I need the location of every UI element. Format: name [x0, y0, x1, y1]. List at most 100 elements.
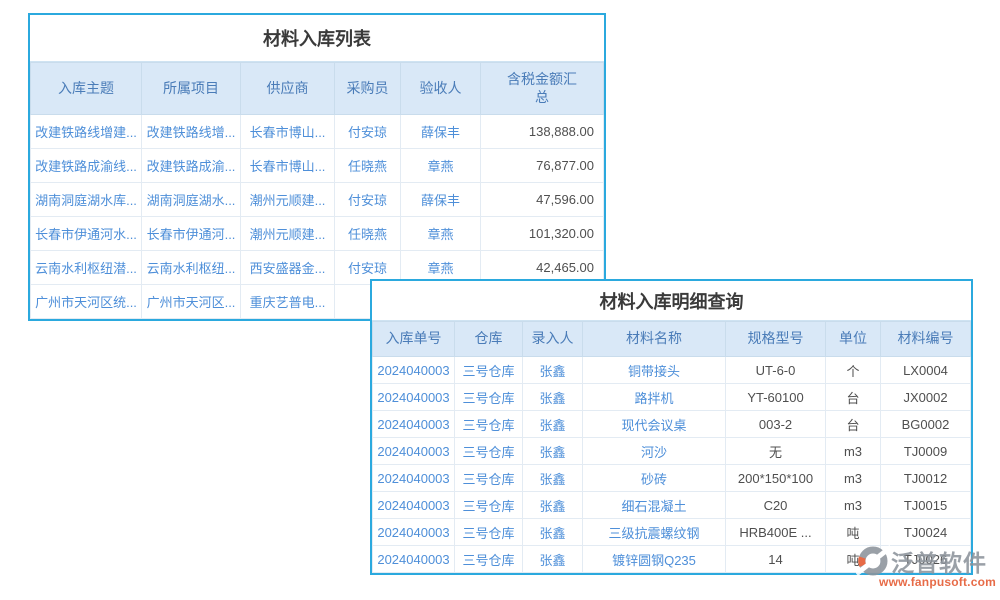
- cell[interactable]: 张鑫: [523, 438, 583, 465]
- cell: YT-60100: [726, 384, 826, 411]
- cell[interactable]: 改建铁路成渝...: [142, 149, 241, 183]
- table-row[interactable]: 2024040003三号仓库张鑫砂砖200*150*100m3TJ0012: [373, 465, 971, 492]
- cell[interactable]: 西安盛器金...: [241, 251, 335, 285]
- cell[interactable]: 改建铁路线增建...: [31, 115, 142, 149]
- cell[interactable]: 薛保丰: [401, 115, 481, 149]
- cell: UT-6-0: [726, 357, 826, 384]
- cell[interactable]: 张鑫: [523, 465, 583, 492]
- column-header: 所属项目: [142, 63, 241, 115]
- cell: 台: [826, 411, 881, 438]
- panel-title-detail-query: 材料入库明细查询: [372, 281, 971, 321]
- cell[interactable]: 三号仓库: [455, 438, 523, 465]
- cell[interactable]: 2024040003: [373, 357, 455, 384]
- cell[interactable]: 湖南洞庭湖水...: [142, 183, 241, 217]
- cell[interactable]: 2024040003: [373, 492, 455, 519]
- column-header: 录入人: [523, 322, 583, 357]
- cell[interactable]: 张鑫: [523, 411, 583, 438]
- table-row[interactable]: 2024040003三号仓库张鑫铜带接头UT-6-0个LX0004: [373, 357, 971, 384]
- table-row[interactable]: 改建铁路线增建...改建铁路线增...长春市博山...付安琼薛保丰138,888…: [31, 115, 604, 149]
- column-header: 含税金额汇总: [481, 63, 604, 115]
- cell: 14: [726, 546, 826, 573]
- cell[interactable]: 章燕: [401, 149, 481, 183]
- watermark: 泛普软件 www.fanpusoft.com: [856, 544, 996, 589]
- cell[interactable]: 三号仓库: [455, 384, 523, 411]
- table-row[interactable]: 2024040003三号仓库张鑫现代会议桌003-2台BG0002: [373, 411, 971, 438]
- table-row[interactable]: 2024040003三号仓库张鑫路拌机YT-60100台JX0002: [373, 384, 971, 411]
- cell[interactable]: 细石混凝土: [583, 492, 726, 519]
- column-header: 采购员: [335, 63, 401, 115]
- cell[interactable]: 三号仓库: [455, 546, 523, 573]
- cell[interactable]: 薛保丰: [401, 183, 481, 217]
- column-header: 入库主题: [31, 63, 142, 115]
- cell[interactable]: 三号仓库: [455, 465, 523, 492]
- cell[interactable]: 潮州元顺建...: [241, 183, 335, 217]
- cell[interactable]: 长春市伊通河...: [142, 217, 241, 251]
- material-inbound-list-panel: 材料入库列表 入库主题所属项目供应商采购员验收人含税金额汇总 改建铁路线增建..…: [28, 13, 606, 321]
- table-row[interactable]: 2024040003三号仓库张鑫河沙无m3TJ0009: [373, 438, 971, 465]
- table-row[interactable]: 2024040003三号仓库张鑫细石混凝土C20m3TJ0015: [373, 492, 971, 519]
- cell[interactable]: 镀锌圆钢Q235: [583, 546, 726, 573]
- cell: 个: [826, 357, 881, 384]
- cell[interactable]: 长春市博山...: [241, 115, 335, 149]
- cell: 138,888.00: [481, 115, 604, 149]
- cell[interactable]: 改建铁路线增...: [142, 115, 241, 149]
- cell[interactable]: 2024040003: [373, 519, 455, 546]
- cell[interactable]: 铜带接头: [583, 357, 726, 384]
- cell[interactable]: 张鑫: [523, 546, 583, 573]
- cell[interactable]: 广州市天河区...: [142, 285, 241, 319]
- cell[interactable]: 三级抗震螺纹钢: [583, 519, 726, 546]
- cell[interactable]: 张鑫: [523, 384, 583, 411]
- column-header: 规格型号: [726, 322, 826, 357]
- cell: LX0004: [881, 357, 971, 384]
- cell: C20: [726, 492, 826, 519]
- table-row[interactable]: 湖南洞庭湖水库...湖南洞庭湖水...潮州元顺建...付安琼薛保丰47,596.…: [31, 183, 604, 217]
- cell[interactable]: 改建铁路成渝线...: [31, 149, 142, 183]
- cell: 台: [826, 384, 881, 411]
- cell[interactable]: 张鑫: [523, 492, 583, 519]
- cell[interactable]: 砂砖: [583, 465, 726, 492]
- cell[interactable]: 三号仓库: [455, 357, 523, 384]
- cell: TJ0024: [881, 519, 971, 546]
- fanpu-logo-icon: [856, 544, 890, 578]
- cell[interactable]: 2024040003: [373, 438, 455, 465]
- cell[interactable]: 路拌机: [583, 384, 726, 411]
- cell[interactable]: 2024040003: [373, 546, 455, 573]
- cell: HRB400E ...: [726, 519, 826, 546]
- cell[interactable]: 2024040003: [373, 465, 455, 492]
- cell[interactable]: 潮州元顺建...: [241, 217, 335, 251]
- cell[interactable]: 张鑫: [523, 519, 583, 546]
- cell: m3: [826, 492, 881, 519]
- cell[interactable]: 重庆艺普电...: [241, 285, 335, 319]
- cell[interactable]: 付安琼: [335, 115, 401, 149]
- cell[interactable]: 付安琼: [335, 183, 401, 217]
- column-header: 单位: [826, 322, 881, 357]
- cell[interactable]: 云南水利枢纽...: [142, 251, 241, 285]
- material-inbound-detail-table: 入库单号仓库录入人材料名称规格型号单位材料编号 2024040003三号仓库张鑫…: [372, 321, 971, 573]
- cell[interactable]: 三号仓库: [455, 519, 523, 546]
- table-row[interactable]: 长春市伊通河水...长春市伊通河...潮州元顺建...任晓燕章燕101,320.…: [31, 217, 604, 251]
- cell[interactable]: 任晓燕: [335, 149, 401, 183]
- cell: JX0002: [881, 384, 971, 411]
- cell[interactable]: 长春市博山...: [241, 149, 335, 183]
- cell[interactable]: 广州市天河区统...: [31, 285, 142, 319]
- cell[interactable]: 张鑫: [523, 357, 583, 384]
- cell: 003-2: [726, 411, 826, 438]
- cell[interactable]: 三号仓库: [455, 411, 523, 438]
- cell[interactable]: 云南水利枢纽潜...: [31, 251, 142, 285]
- cell[interactable]: 2024040003: [373, 411, 455, 438]
- cell[interactable]: 河沙: [583, 438, 726, 465]
- column-header: 材料名称: [583, 322, 726, 357]
- cell[interactable]: 长春市伊通河水...: [31, 217, 142, 251]
- cell[interactable]: 三号仓库: [455, 492, 523, 519]
- cell[interactable]: 任晓燕: [335, 217, 401, 251]
- cell: 101,320.00: [481, 217, 604, 251]
- table-row[interactable]: 2024040003三号仓库张鑫三级抗震螺纹钢HRB400E ...吨TJ002…: [373, 519, 971, 546]
- table-row[interactable]: 改建铁路成渝线...改建铁路成渝...长春市博山...任晓燕章燕76,877.0…: [31, 149, 604, 183]
- cell: 无: [726, 438, 826, 465]
- cell: TJ0012: [881, 465, 971, 492]
- cell[interactable]: 现代会议桌: [583, 411, 726, 438]
- cell[interactable]: 湖南洞庭湖水库...: [31, 183, 142, 217]
- cell[interactable]: 2024040003: [373, 384, 455, 411]
- cell: m3: [826, 438, 881, 465]
- cell[interactable]: 章燕: [401, 217, 481, 251]
